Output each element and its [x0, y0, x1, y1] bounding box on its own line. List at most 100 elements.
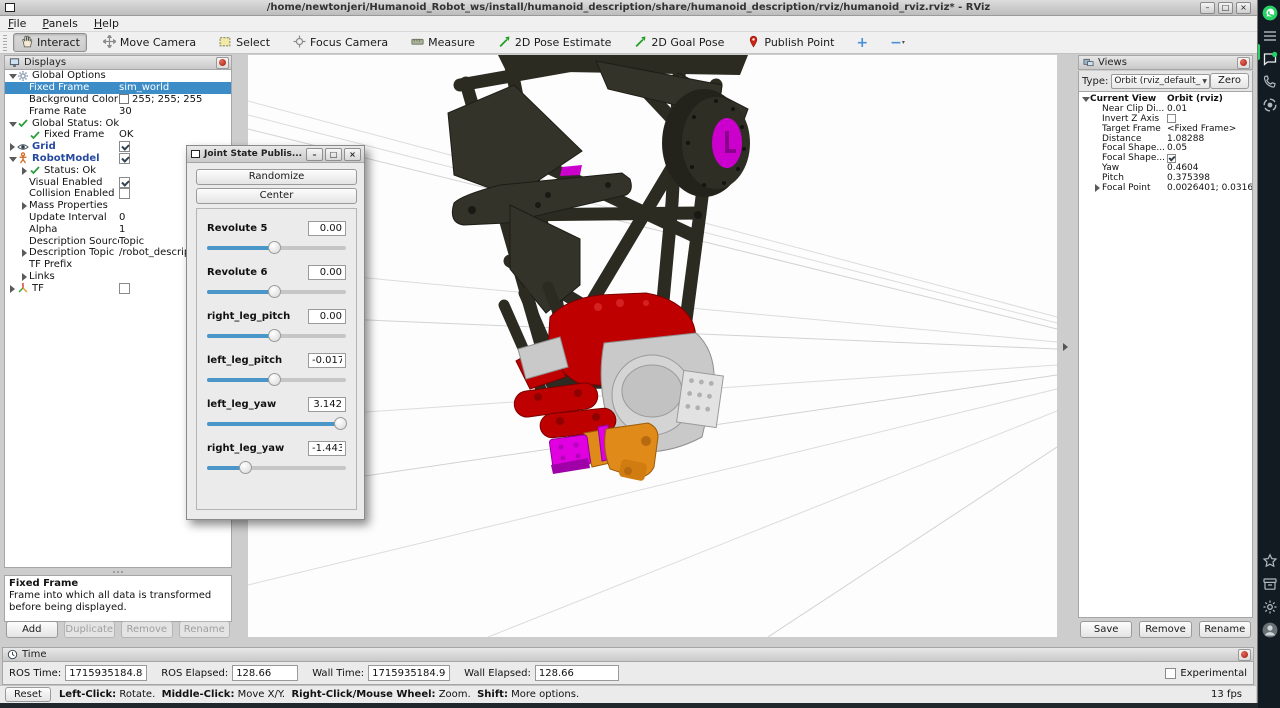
checkbox-checked[interactable] [1167, 154, 1176, 163]
toolbar-drag-handle[interactable] [3, 35, 7, 51]
views-close-button[interactable] [1237, 57, 1250, 69]
tool-move-camera[interactable]: Move Camera [96, 33, 203, 52]
tree-row-focal-shape[interactable]: Focal Shape...0.05 [1079, 143, 1252, 153]
archived-icon[interactable] [1262, 576, 1278, 592]
tool-publish-point[interactable]: Publish Point [740, 33, 841, 52]
tree-row-focal-point[interactable]: Focal Point0.0026401; 0.0316... [1079, 183, 1252, 193]
joint-value-input[interactable] [308, 397, 346, 412]
tree-row-fixed-frame[interactable]: Fixed FrameOK [5, 129, 231, 141]
view-type-dropdown[interactable]: Orbit (rviz_default_ ▼ [1111, 74, 1210, 89]
expander-closed-icon[interactable] [20, 248, 29, 257]
whatsapp-icon[interactable] [1262, 5, 1278, 21]
tool-interact[interactable]: Interact [13, 33, 87, 52]
checkbox-unchecked[interactable] [119, 188, 130, 199]
zero-button[interactable]: Zero [1210, 73, 1249, 89]
tree-row-invert-z-axis[interactable]: Invert Z Axis [1079, 114, 1252, 124]
menu-help[interactable]: Help [86, 16, 127, 31]
profile-avatar[interactable] [1262, 622, 1278, 638]
panel-expand-handle[interactable] [1063, 343, 1068, 351]
save-button[interactable]: Save [1080, 621, 1132, 638]
tree-row-pitch[interactable]: Pitch0.375398 [1079, 173, 1252, 183]
joint-value-input[interactable] [308, 265, 346, 280]
tree-row-near-clip-di[interactable]: Near Clip Di...0.01 [1079, 104, 1252, 114]
displays-panel-header[interactable]: Displays [4, 55, 232, 70]
slider-handle[interactable] [268, 285, 281, 298]
checkbox-checked[interactable] [119, 141, 130, 152]
slider-handle[interactable] [268, 373, 281, 386]
tree-row-global-status-ok[interactable]: Global Status: Ok [5, 117, 231, 129]
time-field-input[interactable] [368, 665, 450, 681]
randomize-button[interactable]: Randomize [196, 169, 357, 185]
joint-value-input[interactable] [308, 221, 346, 236]
add-tool-button[interactable]: + [850, 35, 874, 51]
joint-value-input[interactable] [308, 441, 346, 456]
maximize-button[interactable]: □ [1218, 2, 1233, 14]
checkbox-unchecked[interactable] [119, 283, 130, 294]
tree-row-frame-rate[interactable]: Frame Rate30 [5, 105, 231, 117]
time-close-button[interactable] [1238, 649, 1251, 661]
reset-button[interactable]: Reset [5, 687, 51, 702]
displays-close-button[interactable] [216, 57, 229, 69]
tree-row-background-color[interactable]: Background Color255; 255; 255 [5, 94, 231, 106]
expander-open-icon[interactable] [1081, 94, 1090, 103]
displays-splitter-handle[interactable] [4, 570, 232, 574]
tool-2d-goal-pose[interactable]: 2D Goal Pose [627, 33, 731, 52]
tree-row-distance[interactable]: Distance1.08288 [1079, 134, 1252, 144]
expander-open-icon[interactable] [8, 119, 17, 128]
expander-closed-icon[interactable] [8, 142, 17, 151]
settings-icon[interactable] [1262, 599, 1278, 615]
close-button[interactable]: × [1236, 2, 1251, 14]
checkbox-unchecked[interactable] [1167, 114, 1176, 123]
remove-tool-button[interactable]: −▾ [884, 35, 911, 51]
views-panel-header[interactable]: Views [1078, 55, 1253, 70]
time-field-input[interactable] [232, 665, 298, 681]
joint-value-input[interactable] [308, 309, 346, 324]
time-field-input[interactable] [535, 665, 619, 681]
joint-value-input[interactable] [308, 353, 346, 368]
color-swatch[interactable] [119, 94, 129, 104]
dialog-close-button[interactable]: × [344, 148, 361, 161]
experimental-checkbox[interactable] [1165, 668, 1176, 679]
3d-viewport[interactable] [248, 55, 1057, 637]
slider-handle[interactable] [268, 329, 281, 342]
menu-panels[interactable]: Panels [34, 16, 85, 31]
slider-handle[interactable] [334, 417, 347, 430]
calls-icon[interactable] [1262, 74, 1278, 90]
expander-closed-icon[interactable] [20, 166, 29, 175]
chats-icon[interactable] [1262, 51, 1278, 67]
dialog-title-bar[interactable]: Joint State Publis... – □ × [187, 146, 364, 163]
expander-open-icon[interactable] [8, 154, 17, 163]
checkbox-checked[interactable] [119, 153, 130, 164]
menu-icon[interactable] [1262, 28, 1278, 44]
expander-closed-icon[interactable] [20, 272, 29, 281]
starred-icon[interactable] [1262, 553, 1278, 569]
status-icon[interactable] [1262, 97, 1278, 113]
tool-focus-camera[interactable]: Focus Camera [286, 33, 395, 52]
tree-row-yaw[interactable]: Yaw0.4604 [1079, 163, 1252, 173]
tool-measure[interactable]: Measure [404, 33, 482, 52]
tree-row-focal-shape[interactable]: Focal Shape... [1079, 153, 1252, 163]
time-field-input[interactable] [65, 665, 147, 681]
checkbox-checked[interactable] [119, 177, 130, 188]
menu-file[interactable]: File [0, 16, 34, 31]
expander-open-icon[interactable] [8, 71, 17, 80]
expander-closed-icon[interactable] [8, 284, 17, 293]
tree-row-global-options[interactable]: Global Options [5, 70, 231, 82]
center-button[interactable]: Center [196, 188, 357, 204]
expander-closed-icon[interactable] [1093, 183, 1102, 192]
remove-button[interactable]: Remove [1139, 621, 1191, 638]
minimize-button[interactable]: – [1200, 2, 1215, 14]
dialog-maximize-button[interactable]: □ [325, 148, 342, 161]
tree-row-fixed-frame[interactable]: Fixed Framesim_world [5, 82, 231, 94]
tree-row-target-frame[interactable]: Target Frame<Fixed Frame> [1079, 124, 1252, 134]
slider-handle[interactable] [239, 461, 252, 474]
tool-select[interactable]: Select [212, 33, 277, 52]
tree-row-current-view[interactable]: Current ViewOrbit (rviz) [1079, 94, 1252, 104]
add-button[interactable]: Add [6, 621, 58, 638]
rename-button[interactable]: Rename [1199, 621, 1251, 638]
dialog-minimize-button[interactable]: – [306, 148, 323, 161]
slider-handle[interactable] [268, 241, 281, 254]
time-panel-header[interactable]: Time [2, 647, 1254, 662]
tool-2d-pose-estimate[interactable]: 2D Pose Estimate [491, 33, 619, 52]
expander-closed-icon[interactable] [20, 201, 29, 210]
